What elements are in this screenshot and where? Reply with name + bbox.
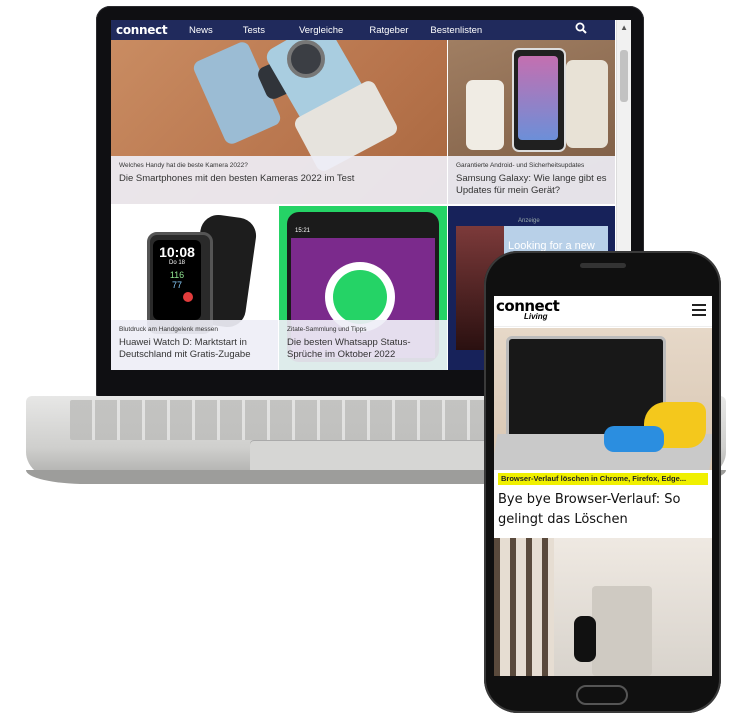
watch-display: 10:08 Do 18 116 77 <box>153 240 201 320</box>
article-kicker: Garantierte Android- und Sicherheitsupda… <box>456 162 585 169</box>
article-tile-cameras[interactable]: Welches Handy hat die beste Kamera 2022?… <box>111 40 447 204</box>
ad-label: Anzeige <box>518 218 540 224</box>
blue-cloth-image <box>604 426 664 452</box>
phone-screen-wallpaper <box>518 56 558 140</box>
article-title[interactable]: Samsung Galaxy: Wie lange gibt es Update… <box>456 173 607 197</box>
site-logo[interactable]: connect <box>116 23 181 37</box>
article-caption: Garantierte Android- und Sicherheitsupda… <box>448 156 615 204</box>
search-icon[interactable] <box>575 22 587 37</box>
article-kicker: Blutdruck am Handgelenk messen <box>119 326 218 333</box>
phone-speaker <box>580 263 626 268</box>
laptop-trackpad <box>250 440 490 474</box>
laptop-image-screen <box>506 336 666 440</box>
article-tile-whatsapp[interactable]: 15:21 Zitate-Sammlung und Tipps Die best… <box>279 206 447 370</box>
watch-date: Do 18 <box>168 260 185 266</box>
wall-box-image <box>592 586 652 676</box>
article-title[interactable]: Huawei Watch D: Marktstart in Deutschlan… <box>119 337 270 361</box>
site-nav: connect News Tests Vergleiche Ratgeber B… <box>111 20 615 40</box>
article-kicker: Browser-Verlauf löschen in Chrome, Firef… <box>498 473 708 485</box>
scroll-up-arrow-icon[interactable]: ▲ <box>620 23 628 32</box>
phone-status-time: 15:21 <box>295 228 311 234</box>
article-title[interactable]: Die Smartphones mit den besten Kameras 2… <box>119 173 439 185</box>
watch-reading-1: 116 <box>169 270 185 280</box>
phone-site-header: connect Living <box>494 296 712 327</box>
article-tile-samsung[interactable]: Garantierte Android- und Sicherheitsupda… <box>448 40 615 204</box>
article-tile-watch[interactable]: 10:08 Do 18 116 77 Blutdruck am Handgele… <box>111 206 278 370</box>
article-caption: Zitate-Sammlung und Tipps Die besten Wha… <box>279 320 447 370</box>
article-caption: Blutdruck am Handgelenk messen Huawei Wa… <box>111 320 278 370</box>
watch-time: 10:08 <box>159 244 195 260</box>
article-image-2[interactable] <box>494 538 712 676</box>
nav-item-tests[interactable]: Tests <box>243 25 265 36</box>
whatsapp-logo-inner <box>333 270 387 324</box>
phone-image-samsung-back <box>566 60 608 148</box>
article-kicker: Zitate-Sammlung und Tipps <box>287 326 367 333</box>
phone-screen: connect Living Browser-Verlauf löschen i… <box>494 296 712 676</box>
article-title[interactable]: Bye bye Browser-Verlauf: So gelingt das … <box>498 490 710 530</box>
phone-home-button[interactable] <box>576 685 628 705</box>
nav-item-ratgeber[interactable]: Ratgeber <box>369 25 408 36</box>
phone-site-logo-sub: Living <box>524 312 548 321</box>
phone-image-round-camera <box>287 40 325 78</box>
article-caption: Welches Handy hat die beste Kamera 2022?… <box>111 156 447 204</box>
article-hero-image[interactable] <box>494 328 712 470</box>
phone-image-samsung-side <box>466 80 504 150</box>
watch-reading-2: 77 <box>171 280 182 290</box>
nav-item-news[interactable]: News <box>189 25 213 36</box>
scrollbar-thumb[interactable] <box>620 50 628 102</box>
hamburger-menu-icon[interactable] <box>692 304 706 316</box>
shadow-stripes-image <box>494 538 554 676</box>
article-kicker: Welches Handy hat die beste Kamera 2022? <box>119 162 248 169</box>
charging-plug-image <box>574 616 596 662</box>
article-title[interactable]: Die besten Whatsapp Status-Sprüche im Ok… <box>287 337 439 361</box>
heart-icon <box>183 292 193 302</box>
nav-item-bestenlisten[interactable]: Bestenlisten <box>430 25 482 36</box>
nav-item-vergleiche[interactable]: Vergleiche <box>299 25 343 36</box>
